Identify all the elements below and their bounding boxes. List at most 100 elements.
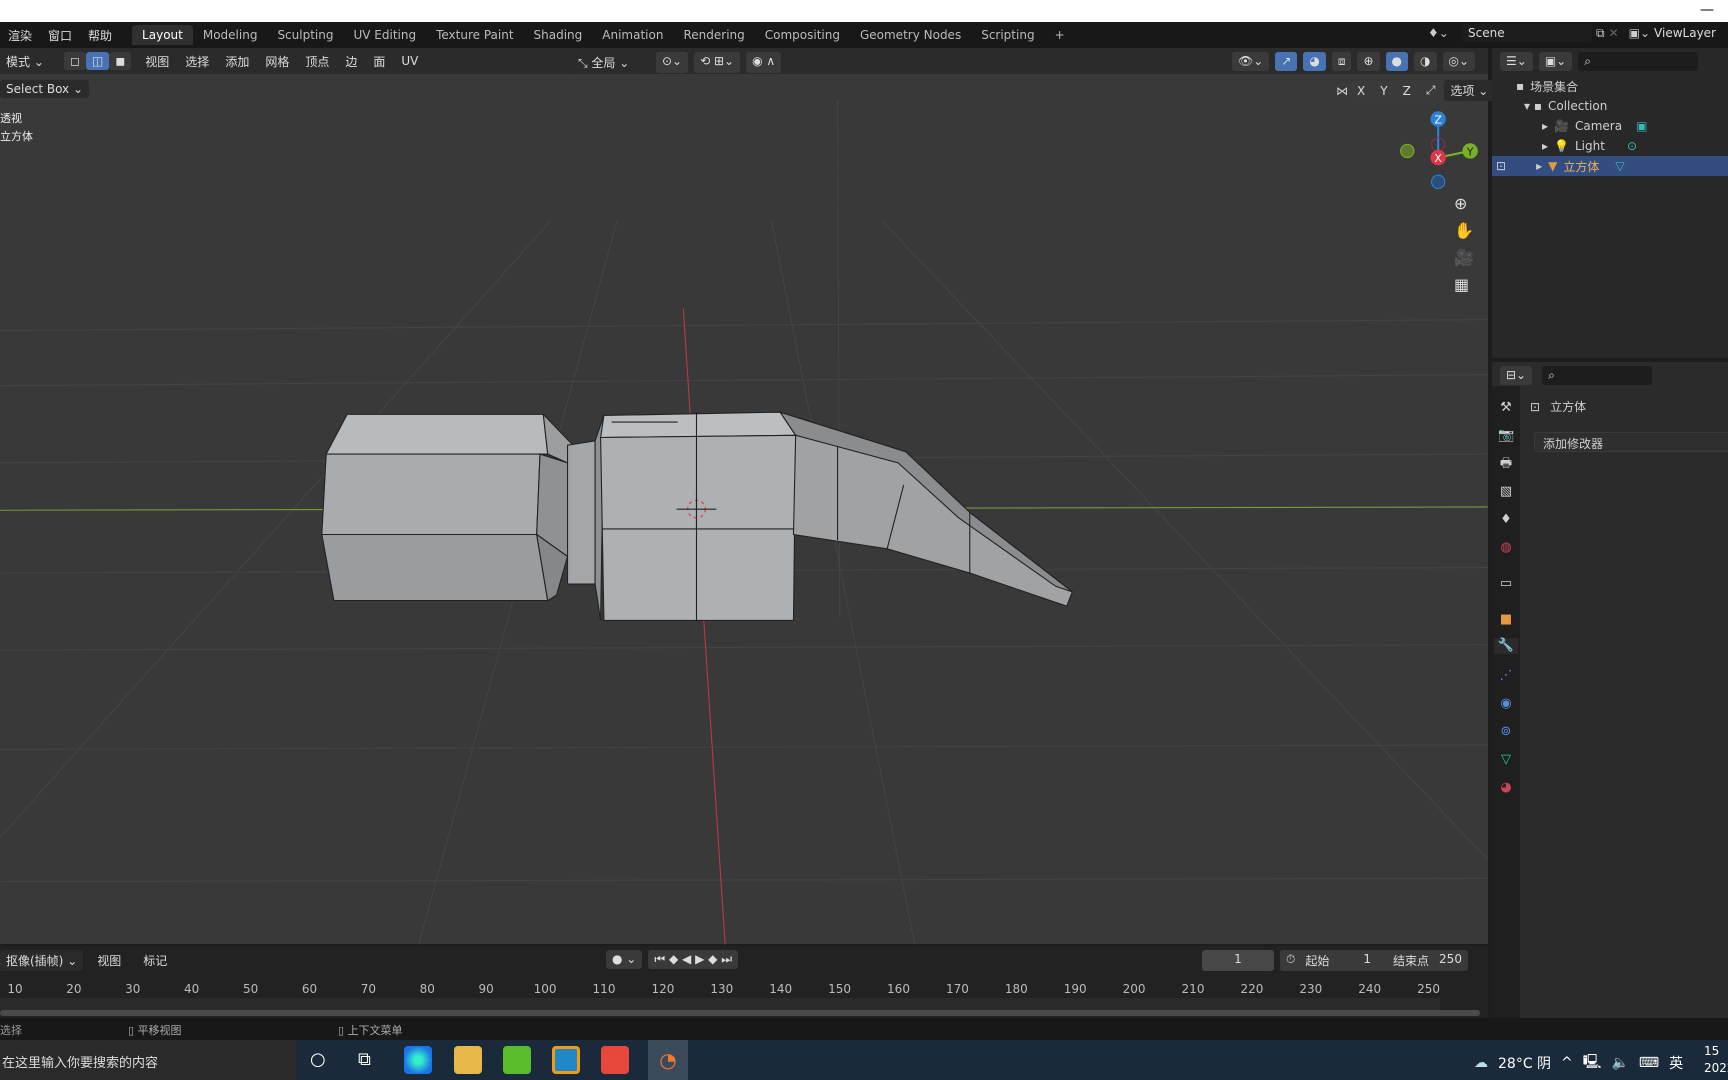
menu-add[interactable]: 添加 bbox=[217, 53, 257, 70]
camtasia-green-icon[interactable] bbox=[503, 1046, 531, 1074]
scene-tab-icon[interactable]: ♦ bbox=[1498, 512, 1514, 528]
edge-browser-icon[interactable] bbox=[404, 1046, 432, 1074]
view-layer-selector[interactable]: ViewLayer bbox=[1654, 26, 1716, 40]
prev-keyframe-icon[interactable]: ◆ bbox=[669, 952, 678, 966]
camtasia-red-icon[interactable] bbox=[601, 1046, 629, 1074]
mode-dropdown[interactable]: 模式 ⌄ bbox=[0, 50, 58, 72]
keying-dropdown[interactable]: 抠像(插帧) ⌄ bbox=[0, 950, 84, 971]
app-icon[interactable] bbox=[552, 1046, 580, 1074]
weather-cloud-icon[interactable]: ☁ bbox=[1474, 1055, 1488, 1071]
collection-tab-icon[interactable]: ▭ bbox=[1498, 576, 1514, 592]
constraints-tab-icon[interactable]: ⊚ bbox=[1498, 724, 1514, 740]
taskbar-search-box[interactable]: 在这里输入你要搜索的内容 bbox=[0, 1040, 296, 1080]
volume-icon[interactable]: 🔈 bbox=[1611, 1055, 1628, 1071]
data-tab-icon[interactable]: ▽ bbox=[1498, 752, 1514, 768]
record-button[interactable]: ● ⌄ bbox=[606, 950, 643, 969]
physics-tab-icon[interactable]: ◉ bbox=[1498, 696, 1514, 712]
timeline-menu-view[interactable]: 视图 bbox=[89, 952, 129, 969]
scene-selector[interactable]: Scene bbox=[1462, 24, 1592, 42]
tray-expand-icon[interactable]: ^ bbox=[1561, 1055, 1573, 1071]
jump-end-icon[interactable]: ⏭ bbox=[721, 952, 732, 966]
xray-icon[interactable]: ⧈ bbox=[1331, 52, 1352, 71]
gizmo-toggle-icon[interactable]: ↗ bbox=[1275, 52, 1298, 71]
new-scene-icon[interactable]: ⧉ bbox=[1596, 26, 1605, 41]
outliner-item-camera[interactable]: ▸ 🎥 Camera ▣ bbox=[1492, 116, 1728, 136]
menu-uv[interactable]: UV bbox=[393, 54, 426, 68]
tab-animation[interactable]: Animation bbox=[592, 25, 673, 45]
material-tab-icon[interactable]: ◕ bbox=[1498, 780, 1514, 796]
playback-controls[interactable]: ⏮ ◆ ◀ ▶ ◆ ⏭ bbox=[648, 950, 739, 969]
tool-tab-icon[interactable]: ⚒ bbox=[1498, 400, 1514, 416]
mesh-data-icon[interactable]: ▽ bbox=[1615, 159, 1624, 173]
menu-edge[interactable]: 边 bbox=[337, 53, 365, 70]
cortana-icon[interactable]: ○ bbox=[310, 1049, 326, 1070]
current-frame-field[interactable]: 1 bbox=[1202, 950, 1274, 971]
editor-type-icon[interactable]: ⊟⌄ bbox=[1500, 366, 1533, 385]
menu-select[interactable]: 选择 bbox=[177, 53, 217, 70]
camera-data-icon[interactable]: ▣ bbox=[1636, 119, 1647, 133]
transform-orientation-dropdown[interactable]: ⤡ 全局 ⌄ bbox=[572, 52, 650, 73]
task-view-icon[interactable]: ⧉ bbox=[358, 1049, 371, 1070]
visibility-icon[interactable]: 👁⌄ bbox=[1232, 52, 1270, 71]
keyboard-icon[interactable]: ⌨ bbox=[1639, 1055, 1659, 1071]
timeline-scrollbar[interactable] bbox=[0, 1010, 1480, 1016]
tab-rendering[interactable]: Rendering bbox=[673, 25, 754, 45]
ime-indicator[interactable]: 英 bbox=[1669, 1053, 1683, 1073]
end-frame-field[interactable]: 250 bbox=[1439, 952, 1462, 969]
weather-text[interactable]: 28°C 阴 bbox=[1498, 1053, 1551, 1073]
timeline-menu-marker[interactable]: 标记 bbox=[135, 952, 175, 969]
pivot-icon[interactable]: ⊙⌄ bbox=[656, 52, 689, 73]
axis-y-toggle[interactable]: Y bbox=[1374, 81, 1394, 100]
view-layer-icon[interactable]: ▣⌄ bbox=[1629, 26, 1650, 40]
clock[interactable]: 15 2022 bbox=[1704, 1043, 1728, 1077]
tab-uv-editing[interactable]: UV Editing bbox=[343, 25, 426, 45]
material-shading-icon[interactable]: ◑ bbox=[1414, 52, 1437, 71]
minimize-button[interactable]: — bbox=[1700, 2, 1714, 18]
add-workspace-button[interactable]: + bbox=[1045, 25, 1075, 45]
solid-shading-icon[interactable]: ● bbox=[1385, 52, 1409, 71]
menu-help[interactable]: 帮助 bbox=[80, 27, 120, 44]
tab-modeling[interactable]: Modeling bbox=[193, 25, 268, 45]
menu-window[interactable]: 窗口 bbox=[40, 27, 80, 44]
menu-render[interactable]: 渲染 bbox=[0, 27, 40, 44]
add-modifier-button[interactable]: 添加修改器 bbox=[1534, 432, 1728, 452]
tab-sculpting[interactable]: Sculpting bbox=[267, 25, 343, 45]
outliner-item-light[interactable]: ▸ 💡 Light ⊙ bbox=[1492, 136, 1728, 156]
play-icon[interactable]: ▶ bbox=[695, 952, 704, 966]
vertex-select-icon[interactable]: ◻ bbox=[64, 52, 86, 70]
play-reverse-icon[interactable]: ◀ bbox=[682, 952, 691, 966]
outliner-search-field[interactable]: ⌕ bbox=[1578, 52, 1699, 71]
wireframe-shading-icon[interactable]: ⊕ bbox=[1357, 52, 1380, 71]
menu-mesh[interactable]: 网格 bbox=[257, 53, 297, 70]
edge-select-icon[interactable]: ◫ bbox=[85, 52, 110, 70]
tab-scripting[interactable]: Scripting bbox=[971, 25, 1044, 45]
blender-taskbar-icon[interactable]: ◔ bbox=[648, 1040, 688, 1080]
axis-z-toggle[interactable]: Z bbox=[1396, 81, 1417, 100]
outliner-scene-collection[interactable]: ▪ 场景集合 bbox=[1492, 76, 1728, 96]
next-keyframe-icon[interactable]: ◆ bbox=[708, 952, 717, 966]
pan-hand-icon[interactable]: ✋ bbox=[1454, 221, 1474, 240]
scene-icon[interactable]: ♦⌄ bbox=[1428, 26, 1458, 40]
view-layer-tab-icon[interactable]: ▧ bbox=[1498, 484, 1514, 500]
jump-start-icon[interactable]: ⏮ bbox=[654, 952, 665, 966]
3d-viewport[interactable]: Select Box ⌄ ⋈ X Y Z ⤢ 选项 ⌄ 透视 立方体 ⊕ ✋ 🎥… bbox=[0, 74, 1495, 944]
output-tab-icon[interactable]: 🖶 bbox=[1498, 456, 1514, 472]
filter-icon[interactable]: ▣⌄ bbox=[1538, 52, 1573, 71]
mirror-icon[interactable]: ⋈ bbox=[1336, 84, 1348, 98]
camera-view-icon[interactable]: 🎥 bbox=[1454, 248, 1474, 267]
outliner-collection[interactable]: ▾ ▪ Collection bbox=[1492, 96, 1728, 116]
menu-face[interactable]: 面 bbox=[365, 53, 393, 70]
light-data-icon[interactable]: ⊙ bbox=[1627, 139, 1637, 153]
snap-icon[interactable]: ⟲ ⊞⌄ bbox=[694, 52, 741, 73]
select-box-dropdown[interactable]: Select Box ⌄ bbox=[0, 80, 90, 98]
menu-vertex[interactable]: 顶点 bbox=[297, 53, 337, 70]
tab-shading[interactable]: Shading bbox=[524, 25, 593, 45]
modifier-tab-icon[interactable]: 🔧 bbox=[1494, 638, 1518, 654]
display-mode-icon[interactable]: ☰⌄ bbox=[1500, 52, 1533, 71]
tab-layout[interactable]: Layout bbox=[132, 25, 193, 45]
rendered-shading-icon[interactable]: ◎⌄ bbox=[1442, 52, 1476, 71]
close-icon[interactable]: ✕ bbox=[1609, 26, 1619, 40]
axis-x-toggle[interactable]: X bbox=[1351, 81, 1372, 100]
tab-compositing[interactable]: Compositing bbox=[755, 25, 850, 45]
world-tab-icon[interactable]: ◍ bbox=[1498, 540, 1514, 556]
